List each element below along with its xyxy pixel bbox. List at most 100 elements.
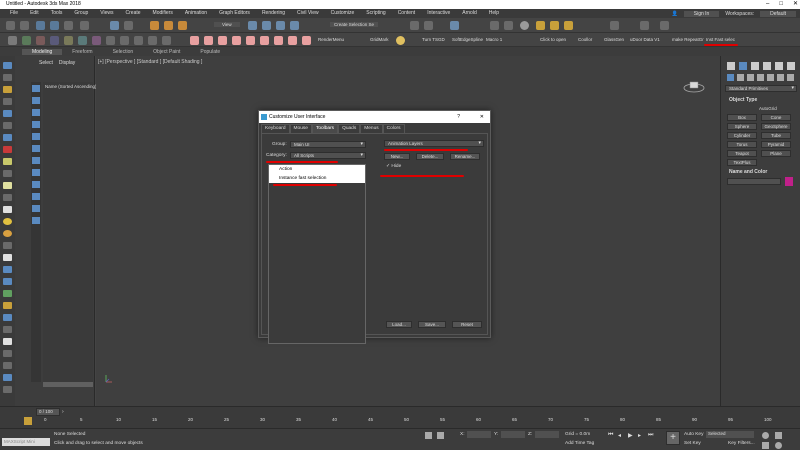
custom-tool-3-icon[interactable] bbox=[50, 36, 59, 45]
make-repeat-button[interactable]: make RepeatGr bbox=[672, 37, 704, 42]
action-list-item-selected[interactable]: Instance fast selection bbox=[269, 175, 365, 183]
menu-customize[interactable]: Customize bbox=[325, 9, 361, 18]
load-button[interactable]: Load... bbox=[386, 321, 412, 328]
custom-tool-6-icon[interactable] bbox=[92, 36, 101, 45]
selected-dropdown[interactable]: Selected bbox=[706, 431, 754, 438]
scene-explorer-list[interactable]: Name (Sorted Ascending) bbox=[43, 82, 97, 382]
toolbar-preview-area[interactable] bbox=[382, 178, 482, 314]
viewport-label[interactable]: [+] [Perspective ] [Standard ] [Default … bbox=[98, 59, 202, 65]
menu-graph-editors[interactable]: Graph Editors bbox=[213, 9, 256, 18]
zoom-icon[interactable] bbox=[762, 432, 769, 439]
custom-tool-2-icon[interactable] bbox=[36, 36, 45, 45]
motion-tab-icon[interactable] bbox=[763, 62, 771, 70]
menu-arnold[interactable]: Arnold bbox=[456, 9, 482, 18]
align-icon[interactable] bbox=[424, 21, 433, 30]
modify-tab-icon[interactable] bbox=[739, 62, 747, 70]
left-tool-icon-24[interactable] bbox=[3, 338, 12, 345]
maxscript-listener[interactable]: MAXScript Mini bbox=[2, 438, 50, 446]
filter-icon-10[interactable] bbox=[32, 193, 40, 200]
render-production-icon[interactable] bbox=[564, 21, 573, 30]
box-button[interactable]: Box bbox=[727, 114, 757, 121]
delete-toolbar-button[interactable]: Delete... bbox=[416, 153, 444, 160]
custom-tool-8-icon[interactable] bbox=[120, 36, 129, 45]
time-slider-next-icon[interactable]: › bbox=[62, 409, 64, 415]
curve-editor-icon[interactable] bbox=[490, 21, 499, 30]
coollor-button[interactable]: Coollor bbox=[578, 37, 592, 42]
rename-toolbar-button[interactable]: Rename... bbox=[450, 153, 480, 160]
autogrid-checkbox[interactable]: AutoGrid bbox=[759, 106, 777, 111]
left-tool-icon-9[interactable] bbox=[3, 158, 12, 165]
select-move-icon[interactable] bbox=[150, 21, 159, 30]
x-field[interactable] bbox=[467, 431, 491, 438]
filter-icon-11[interactable] bbox=[32, 205, 40, 212]
y-field[interactable] bbox=[501, 431, 525, 438]
custom-tool-1-icon[interactable] bbox=[22, 36, 31, 45]
rollout-name-and-color[interactable]: Name and Color bbox=[729, 169, 767, 175]
prev-frame-icon[interactable]: ◂ bbox=[618, 432, 621, 439]
se-column-header[interactable]: Name (Sorted Ascending) bbox=[45, 84, 97, 89]
redo-icon[interactable] bbox=[20, 21, 29, 30]
sphere-button[interactable]: Sphere bbox=[727, 123, 757, 130]
menu-rendering[interactable]: Rendering bbox=[256, 9, 291, 18]
sign-in-dropdown[interactable]: Sign In bbox=[683, 10, 720, 17]
ribbon-tab-populate[interactable]: Populate bbox=[190, 49, 230, 55]
menu-modifiers[interactable]: Modifiers bbox=[147, 9, 179, 18]
auto-key-button[interactable]: Auto Key bbox=[684, 432, 703, 437]
filter-icon-9[interactable] bbox=[32, 181, 40, 188]
z-field[interactable] bbox=[535, 431, 559, 438]
filter-icon-4[interactable] bbox=[32, 121, 40, 128]
link-icon[interactable] bbox=[36, 21, 45, 30]
plane-button[interactable]: Plane bbox=[761, 150, 791, 157]
goto-start-icon[interactable]: ⏮ bbox=[608, 432, 613, 439]
left-tool-icon-16[interactable] bbox=[3, 242, 12, 249]
pink-cube-icon-8[interactable] bbox=[288, 36, 297, 45]
cylinder-button[interactable]: Cylinder bbox=[727, 132, 757, 139]
teapot-icon[interactable] bbox=[660, 21, 669, 30]
pyramid-button[interactable]: Pyramid bbox=[761, 141, 791, 148]
isolate-icon[interactable] bbox=[425, 432, 432, 439]
dialog-close-button[interactable]: ✕ bbox=[480, 111, 484, 123]
custom-tool-7-icon[interactable] bbox=[106, 36, 115, 45]
filter-icon-1[interactable] bbox=[32, 85, 40, 92]
left-tool-icon-11[interactable] bbox=[3, 182, 12, 189]
left-tool-icon-27[interactable] bbox=[3, 374, 12, 381]
filter-icon-5[interactable] bbox=[32, 133, 40, 140]
teapot-button[interactable]: Teapot bbox=[727, 150, 757, 157]
category-dropdown[interactable]: All Scripts bbox=[290, 152, 366, 159]
orbit-icon[interactable] bbox=[775, 442, 782, 449]
left-tool-icon-6[interactable] bbox=[3, 122, 12, 129]
filter-icon-12[interactable] bbox=[32, 217, 40, 224]
angle-snap-icon[interactable] bbox=[262, 21, 271, 30]
left-tool-icon-8[interactable] bbox=[3, 146, 12, 153]
key-filters-button[interactable]: Key Filters... bbox=[728, 441, 755, 446]
pink-cube-icon-6[interactable] bbox=[260, 36, 269, 45]
new-toolbar-button[interactable]: New... bbox=[384, 153, 410, 160]
spacewarps-icon[interactable] bbox=[777, 74, 784, 81]
tab-quads[interactable]: Quads bbox=[338, 124, 361, 133]
select-scale-icon[interactable] bbox=[178, 21, 187, 30]
menu-civil-view[interactable]: Civil View bbox=[291, 9, 325, 18]
filter-icon-3[interactable] bbox=[32, 109, 40, 116]
helpers-icon[interactable] bbox=[767, 74, 774, 81]
workspace-dropdown[interactable]: Default bbox=[760, 10, 796, 17]
object-color-swatch[interactable] bbox=[785, 177, 793, 186]
menu-create[interactable]: Create bbox=[120, 9, 147, 18]
object-name-field[interactable] bbox=[727, 178, 781, 185]
minimize-icon[interactable]: – bbox=[766, 0, 769, 9]
material-editor-icon[interactable] bbox=[520, 21, 529, 30]
pink-cube-icon-1[interactable] bbox=[190, 36, 199, 45]
lights-icon[interactable] bbox=[747, 74, 754, 81]
textplus-button[interactable]: TextPlus bbox=[727, 159, 757, 166]
undo-icon[interactable] bbox=[6, 21, 15, 30]
left-tool-icon-20[interactable] bbox=[3, 290, 12, 297]
ribbon-tab-modeling[interactable]: Modeling bbox=[22, 48, 63, 55]
save-button[interactable]: Save... bbox=[418, 321, 446, 328]
render-icon[interactable] bbox=[640, 21, 649, 30]
soft-edge-spline-button[interactable]: SoftEdgeSpline bbox=[452, 37, 483, 42]
turn-tsgd-button[interactable]: Turn TSGD bbox=[422, 37, 445, 42]
set-key-icon[interactable]: + bbox=[666, 431, 680, 445]
left-tool-icon-22[interactable] bbox=[3, 314, 12, 321]
render-menu-button[interactable]: RenderMenu bbox=[318, 37, 344, 42]
click-to-open-button[interactable]: Click to open bbox=[540, 37, 566, 42]
menu-file[interactable]: File bbox=[4, 9, 24, 18]
